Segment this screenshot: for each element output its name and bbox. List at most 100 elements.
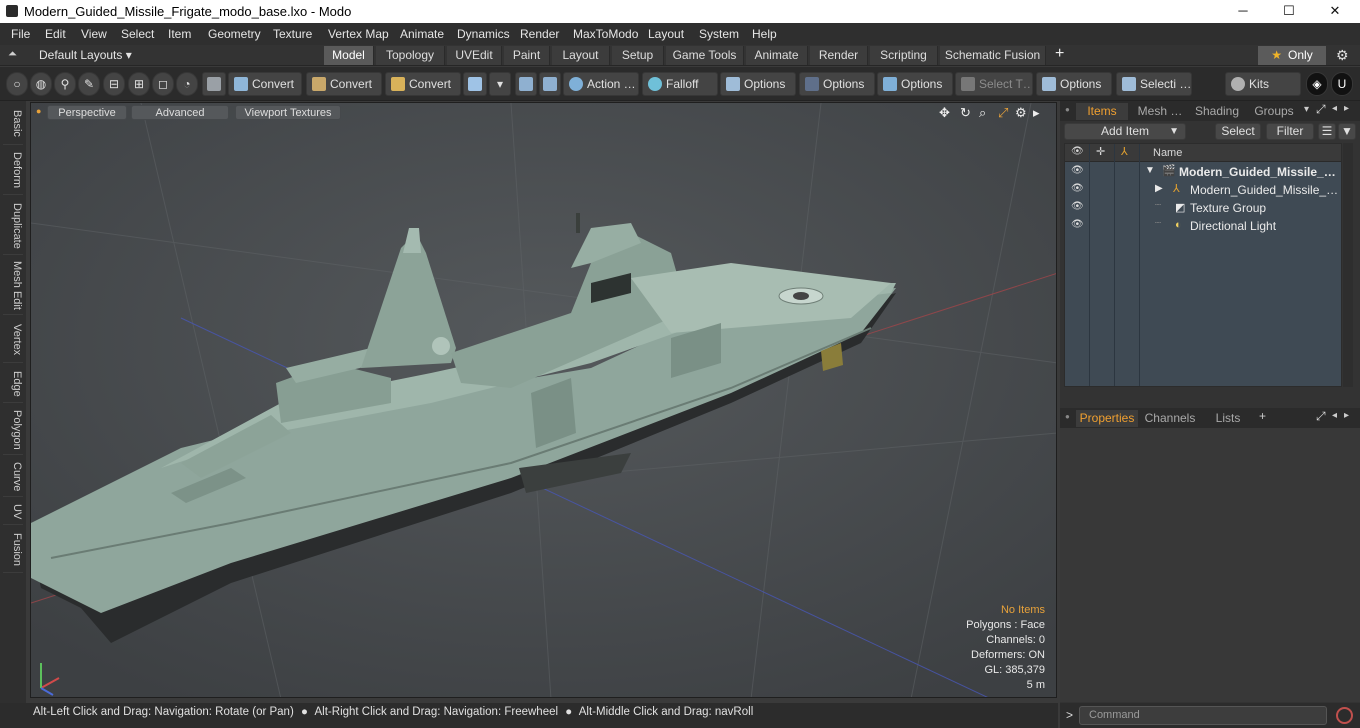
menu-geometry[interactable]: Geometry [208, 27, 261, 41]
item-row-scene[interactable]: 👁 ▼ 🎬 Modern_Guided_Missile_F… [1065, 163, 1341, 181]
options-button-3[interactable]: Options [877, 72, 953, 96]
viewport-textures-dropdown[interactable]: Viewport Textures [235, 105, 341, 120]
select-button[interactable]: Select [1215, 123, 1261, 140]
command-input[interactable]: Command [1079, 706, 1327, 725]
convert-button-3[interactable]: Convert [385, 72, 461, 96]
collapse-icon[interactable]: ⏶ [8, 48, 17, 61]
menu-system[interactable]: System [699, 27, 739, 41]
snap-button[interactable] [539, 72, 561, 96]
tab-duplicate[interactable]: Duplicate [3, 197, 23, 255]
menu-help[interactable]: Help [752, 27, 777, 41]
item-row-directional-light[interactable]: 👁 ┈ ◐ Directional Light [1065, 217, 1341, 235]
viewport-menu-icon[interactable]: ● [36, 106, 41, 116]
visibility-eye-icon[interactable]: 👁 [1071, 165, 1084, 176]
minimize-button[interactable]: ─ [1220, 0, 1266, 23]
tab-setup[interactable]: Setup [612, 46, 664, 65]
expand-panel-icon[interactable]: ⤢ [1316, 409, 1326, 424]
close-button[interactable]: ✕ [1312, 0, 1358, 23]
lock-column-icon[interactable]: ✛ [1096, 145, 1105, 158]
tab-deform[interactable]: Deform [3, 147, 23, 195]
panel-arrow-right-icon[interactable]: ▸ [1344, 103, 1349, 114]
material-mode-button[interactable]: ◻ [152, 72, 174, 96]
3d-viewport[interactable]: ● Perspective Advanced Viewport Textures… [30, 102, 1057, 698]
tab-layout[interactable]: Layout [552, 46, 610, 65]
unreal-icon[interactable]: U [1331, 72, 1353, 96]
tab-edge[interactable]: Edge [3, 365, 23, 403]
item-row-mesh[interactable]: 👁 ▶ ⅄ Modern_Guided_Missile_Frig… [1065, 181, 1341, 199]
tab-vertex[interactable]: Vertex [3, 317, 23, 363]
panel-menu-icon[interactable]: ● [1065, 412, 1070, 421]
menu-select[interactable]: Select [121, 27, 154, 41]
tab-mesh[interactable]: Mesh … [1132, 103, 1188, 120]
name-column-header[interactable]: Name [1153, 147, 1182, 159]
add-tab-icon[interactable]: + [1259, 409, 1266, 423]
tabs-overflow-icon[interactable]: ▾ [1304, 104, 1309, 115]
menu-dynamics[interactable]: Dynamics [457, 27, 510, 41]
visibility-eye-icon[interactable]: 👁 [1071, 201, 1084, 212]
menu-texture[interactable]: Texture [273, 27, 312, 41]
edges-mode-button[interactable]: ⊟ [103, 72, 125, 96]
tab-channels[interactable]: Channels [1142, 410, 1198, 427]
expand-panel-icon[interactable]: ⤢ [1316, 102, 1326, 117]
panel-arrow-left-icon[interactable]: ◂ [1332, 410, 1337, 421]
convert-button-1[interactable]: Convert [228, 72, 302, 96]
perspective-dropdown[interactable]: Perspective [47, 105, 127, 120]
panel-arrow-right-icon[interactable]: ▸ [1344, 410, 1349, 421]
tab-animate[interactable]: Animate [746, 46, 808, 65]
fit-icon[interactable]: ⤢ [998, 105, 1008, 121]
tab-model[interactable]: Model [324, 46, 374, 65]
action-center-button[interactable]: Action … [563, 72, 639, 96]
item-list-scrollbar[interactable] [1343, 143, 1353, 387]
symmetry-button[interactable] [515, 72, 537, 96]
scene-canvas[interactable] [31, 103, 1057, 698]
options-button-4[interactable]: Options [1036, 72, 1112, 96]
options-button-1[interactable]: Options [720, 72, 796, 96]
default-layouts-dropdown[interactable]: Default Layouts ▾ [39, 48, 132, 62]
tab-scripting[interactable]: Scripting [870, 46, 938, 65]
cube-tool-button[interactable] [463, 72, 487, 96]
menu-file[interactable]: File [11, 27, 30, 41]
selection-button[interactable]: Selecti … [1116, 72, 1192, 96]
pen-tool-button[interactable]: ⚲ [54, 72, 76, 96]
tab-groups[interactable]: Groups [1246, 103, 1302, 120]
record-icon[interactable] [1336, 707, 1353, 724]
select-through-button[interactable]: Select T… [955, 72, 1033, 96]
tab-shading[interactable]: Shading [1190, 103, 1244, 120]
expand-arrow-icon[interactable]: ▼ [1145, 165, 1155, 176]
viewport-gear-icon[interactable]: ⚙ [1015, 105, 1027, 121]
tab-game-tools[interactable]: Game Tools [666, 46, 744, 65]
maximize-button[interactable]: ☐ [1266, 0, 1312, 23]
menu-layout[interactable]: Layout [648, 27, 684, 41]
options-button-2[interactable]: Options [799, 72, 875, 96]
menu-maxtomodo[interactable]: MaxToModo [573, 27, 638, 41]
menu-edit[interactable]: Edit [45, 27, 66, 41]
zoom-icon[interactable]: ⌕ [979, 105, 986, 121]
pan-icon[interactable]: ✥ [939, 105, 950, 121]
filter-button[interactable]: Filter [1266, 123, 1314, 140]
visibility-eye-icon[interactable]: 👁 [1071, 219, 1084, 230]
tab-paint[interactable]: Paint [504, 46, 550, 65]
advanced-dropdown[interactable]: Advanced [131, 105, 229, 120]
tab-basic[interactable]: Basic [3, 103, 23, 145]
only-toggle[interactable]: ★ Only [1258, 46, 1326, 65]
tab-polygon[interactable]: Polygon [3, 405, 23, 455]
tab-uv[interactable]: UV [3, 499, 23, 525]
visibility-column-icon[interactable]: 👁 [1071, 146, 1084, 157]
list-options-icon[interactable]: ☰ [1318, 123, 1336, 140]
add-item-dropdown[interactable]: Add Item ▼ [1064, 123, 1186, 140]
rotate-icon[interactable]: ↻ [960, 105, 971, 121]
panel-menu-icon[interactable]: ● [1065, 105, 1070, 114]
menu-render[interactable]: Render [520, 27, 559, 41]
collapse-arrow-icon[interactable]: ▶ [1155, 183, 1163, 194]
tab-mesh-edit[interactable]: Mesh Edit [3, 257, 23, 315]
item-list[interactable]: 👁 ✛ ⅄ Name 👁 ▼ 🎬 Modern_Guided_Missile_F… [1064, 143, 1342, 387]
tab-lists[interactable]: Lists [1204, 410, 1252, 427]
falloff-button[interactable]: Falloff [642, 72, 718, 96]
item-mode-button[interactable]: ◔ [176, 72, 198, 96]
menu-view[interactable]: View [81, 27, 107, 41]
cube-dropdown-button[interactable]: ▾ [489, 72, 511, 96]
menu-item[interactable]: Item [168, 27, 191, 41]
tab-topology[interactable]: Topology [376, 46, 445, 65]
unity-icon[interactable]: ◈ [1306, 72, 1328, 96]
menu-animate[interactable]: Animate [400, 27, 444, 41]
